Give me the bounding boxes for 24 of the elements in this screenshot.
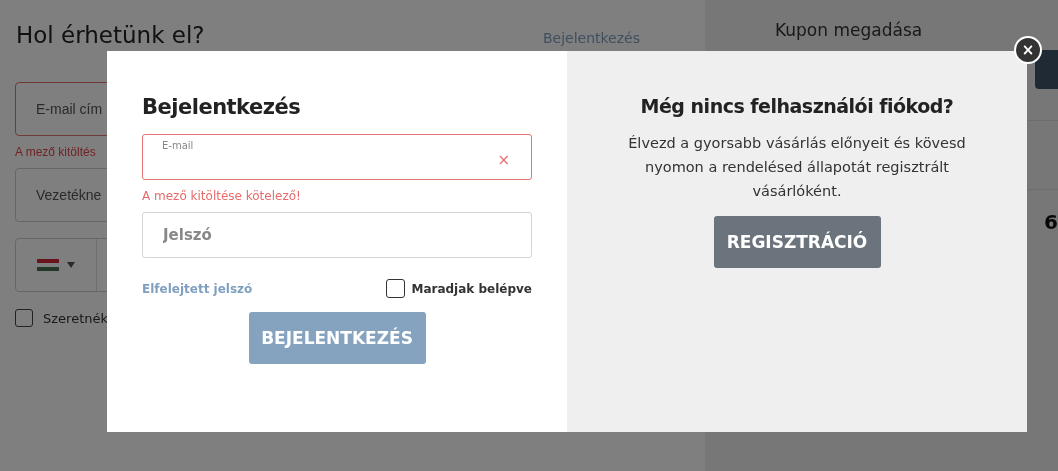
error-message: A mező kitöltése kötelező! [142, 189, 301, 203]
login-title: Bejelentkezés [142, 95, 302, 119]
login-link[interactable]: Bejelentkezés [542, 30, 640, 46]
field-label: E-mail [162, 140, 194, 151]
flag-icon [37, 259, 59, 271]
register-title: Még nincs felhasználói fiókod? [640, 95, 954, 117]
login-button[interactable]: BEJELENTKEZÉS [248, 312, 426, 364]
clear-button[interactable]: × [497, 153, 510, 168]
caret-icon [67, 262, 75, 268]
field-placeholder: E-mail cím [36, 101, 103, 117]
coupon-title: Kupon megadása [775, 20, 924, 40]
checkbox-label: Maradjak belépve [411, 281, 532, 296]
password-field[interactable]: Jelszó [142, 212, 532, 258]
checkbox[interactable] [386, 279, 406, 298]
checkbox[interactable] [15, 309, 33, 327]
field-placeholder: Vezetékne [36, 187, 102, 203]
error-message: A mező kitöltés [15, 145, 96, 159]
register-button[interactable]: REGISZTRÁCIÓ [713, 216, 881, 268]
register-text: Élvezd a gyorsabb vásárlás előnyeit és kövesd nyomon a rendelésed állapotát regisztrált vásárlóként. [627, 134, 967, 201]
total-amount: 6 [1044, 210, 1058, 234]
forgot-password-link[interactable]: Elfelejtett jelszó [142, 281, 253, 296]
checkbox-label: Szeretnék [43, 310, 108, 326]
email-field[interactable] [142, 134, 532, 180]
page-heading: Hol érhetünk el? [16, 22, 205, 48]
